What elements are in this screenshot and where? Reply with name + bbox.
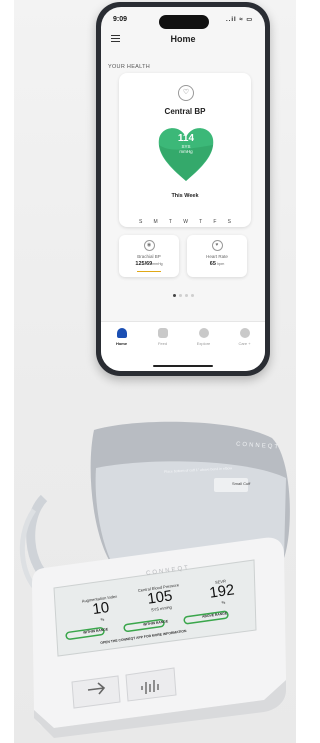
heart-rate-value: 65 <box>209 261 216 267</box>
status-time: 9:09 <box>113 16 128 23</box>
period-label: This Week <box>171 193 199 199</box>
tile-label: Heart Rate <box>206 254 228 259</box>
cuff-size-label: Small Cuff <box>232 481 251 486</box>
page-dot[interactable] <box>190 294 194 297</box>
phone-screen: 9:09 ..il ≈ ▭ Home YOUR HEALTH ♡ Central… <box>101 7 265 371</box>
day-label[interactable]: W <box>183 219 188 225</box>
measure-button[interactable] <box>140 668 188 695</box>
tab-label: Home <box>115 341 128 346</box>
heart-icon: ♥ <box>211 240 223 251</box>
day-label[interactable]: T <box>169 219 172 225</box>
background-panel: 9:09 ..il ≈ ▭ Home YOUR HEALTH ♡ Central… <box>14 0 296 743</box>
page-dot[interactable] <box>172 294 176 297</box>
section-label: YOUR HEALTH <box>108 64 151 70</box>
tile-unit: bpm <box>217 262 225 266</box>
next-button[interactable] <box>86 676 132 702</box>
page-title: Home <box>170 34 196 44</box>
day-label[interactable]: F <box>213 219 216 225</box>
page-dot[interactable] <box>178 294 182 297</box>
gauge-icon: ◉ <box>143 240 155 251</box>
central-bp-card[interactable]: ♡ Central BP 114 SYS mmHg This Week S M … <box>119 73 251 227</box>
care-icon <box>239 328 250 338</box>
day-label[interactable]: S <box>139 219 142 225</box>
tab-label: Care + <box>238 341 251 346</box>
heart-rate-tile[interactable]: ♥ Heart Rate 65 bpm <box>187 235 247 277</box>
tab-home[interactable]: Home <box>107 328 137 371</box>
tile-value: 65 bpm <box>187 261 247 267</box>
tab-label: Feed <box>157 341 168 346</box>
app-header: Home <box>101 31 265 47</box>
weekday-row: S M T W T F S <box>139 219 231 225</box>
heart-readout: 114 SYS mmHg <box>157 133 215 154</box>
page-indicator <box>101 294 265 297</box>
feed-icon <box>157 328 168 338</box>
day-label[interactable]: M <box>154 219 158 225</box>
brachial-bp-value: 125/69 <box>135 261 153 267</box>
status-icons: ..il ≈ ▭ <box>226 17 253 23</box>
home-icon <box>116 328 127 338</box>
page-dot[interactable] <box>184 294 188 297</box>
central-bp-value: 114 <box>177 133 195 144</box>
tab-label: Explore <box>196 341 211 346</box>
tile-unit: mmHg <box>152 262 163 266</box>
explore-icon <box>198 328 209 338</box>
tile-value: 125/69mmHg <box>119 261 179 267</box>
phone-frame: 9:09 ..il ≈ ▭ Home YOUR HEALTH ♡ Central… <box>96 2 270 376</box>
tile-indicator <box>137 271 161 272</box>
tab-care[interactable]: Care + <box>230 328 260 371</box>
dynamic-island <box>159 15 209 29</box>
tile-label: Brachial BP <box>137 254 161 259</box>
day-label[interactable]: T <box>199 219 202 225</box>
central-bp-unit: mmHg <box>179 149 193 154</box>
status-bar: 9:09 ..il ≈ ▭ <box>101 7 265 29</box>
brachial-bp-tile[interactable]: ◉ Brachial BP 125/69mmHg <box>119 235 179 277</box>
tab-bar: Home Feed Explore Care + <box>101 321 265 371</box>
card-title: Central BP <box>164 107 206 116</box>
heart-pulse-icon: ♡ <box>178 85 194 101</box>
day-label[interactable]: S <box>228 219 231 225</box>
home-indicator <box>153 365 213 367</box>
